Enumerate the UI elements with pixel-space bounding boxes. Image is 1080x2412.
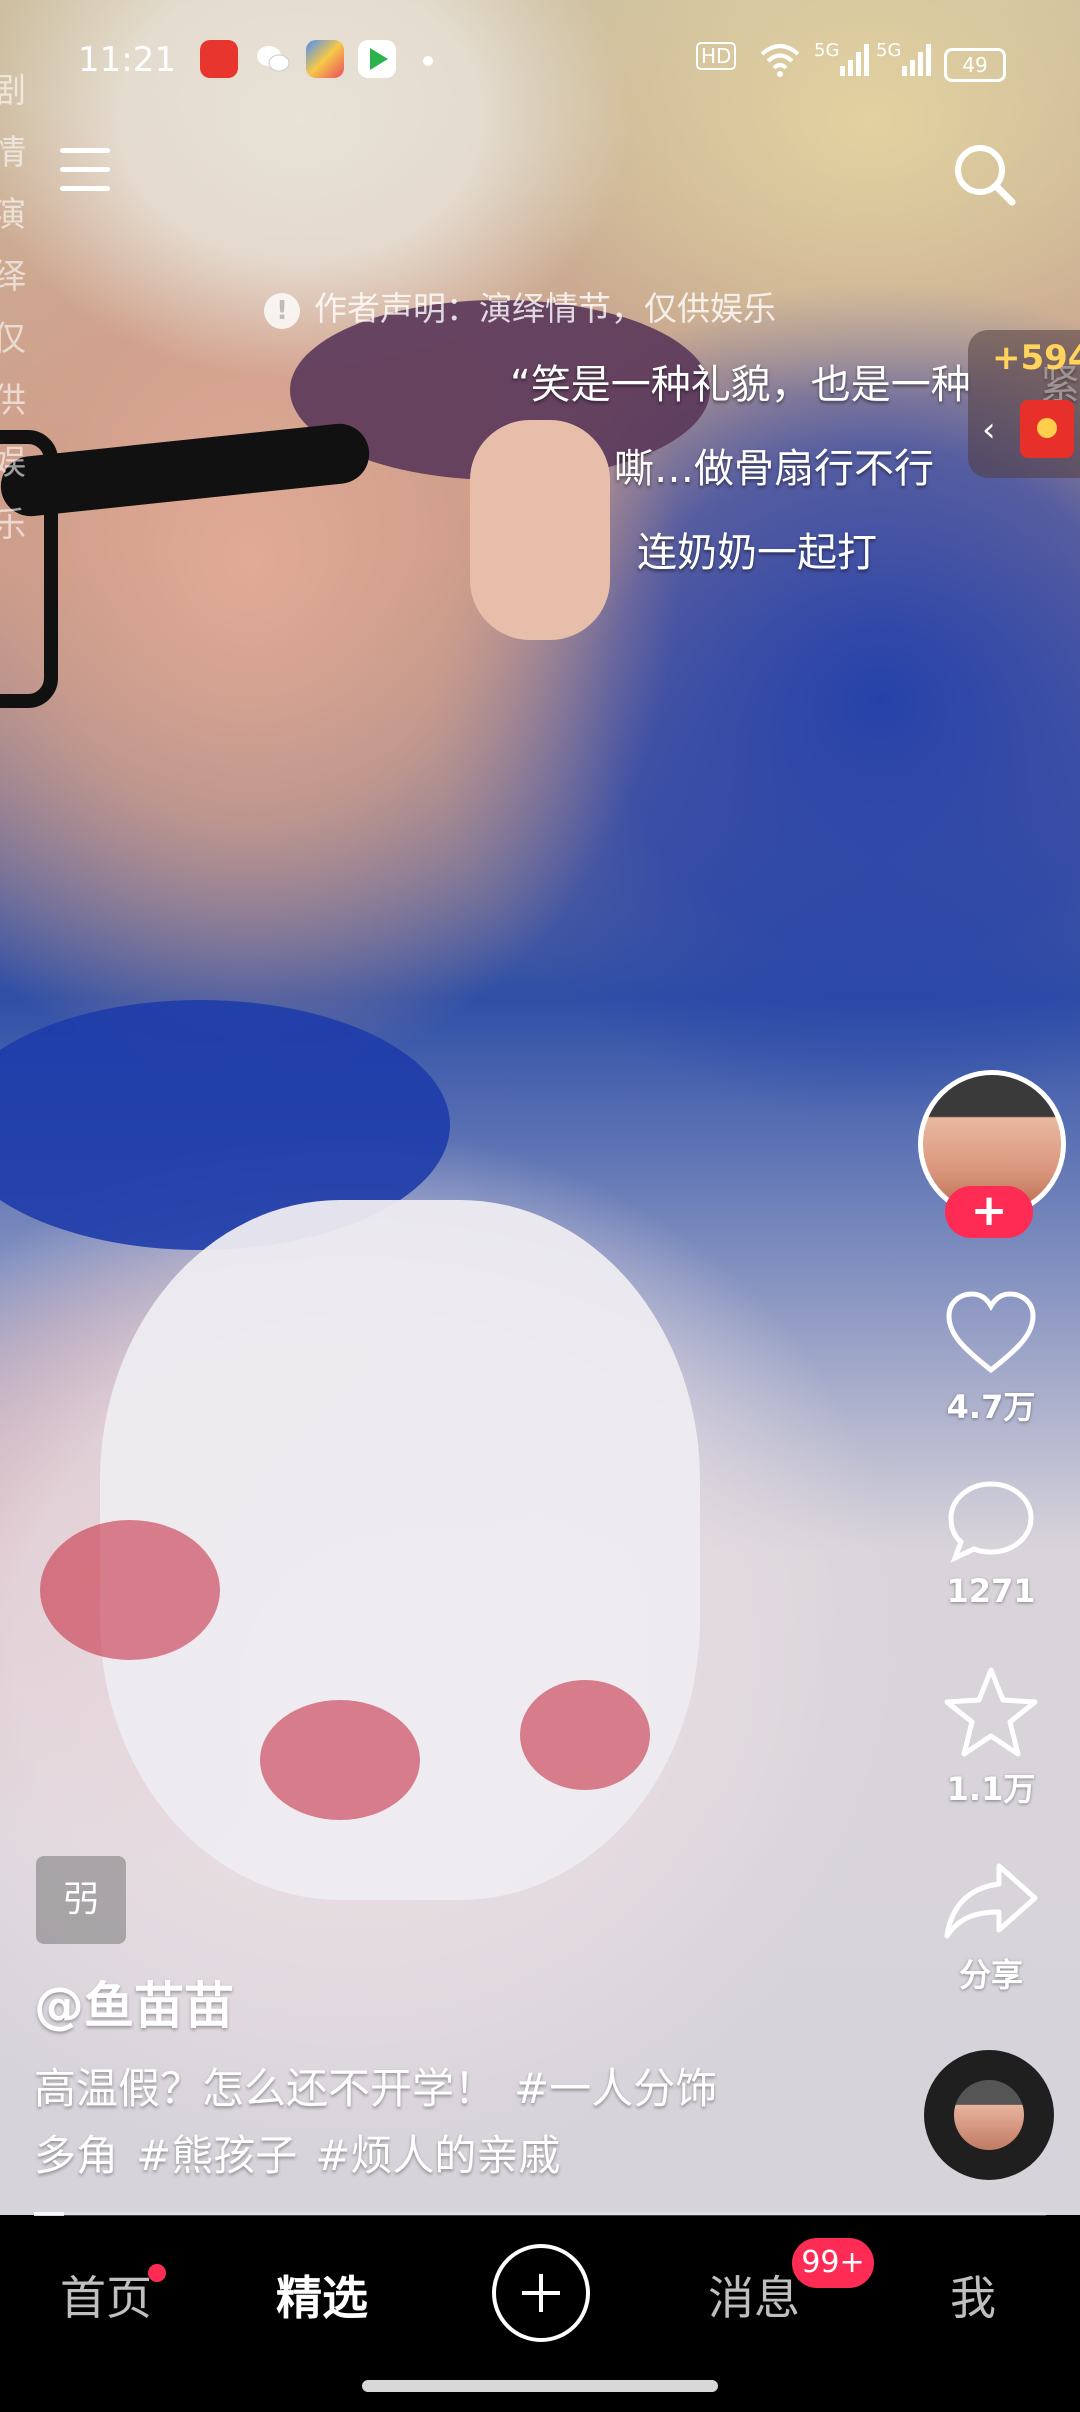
like-count: 4.7万 <box>946 1388 1036 1426</box>
network-5g-label-2: 5G <box>876 40 902 61</box>
video-content-stain <box>40 1520 220 1660</box>
wechat-icon <box>254 40 292 78</box>
signal-icon-1 <box>838 42 872 84</box>
caption-line-1: “笑是一种礼貌，也是一种 <box>510 362 971 408</box>
heart-icon <box>946 1291 1036 1374</box>
signal-icon-2 <box>900 42 934 84</box>
video-description: 高温假？怎么还不开学！ #一人分饰 多角 #熊孩子 #烦人的亲戚 <box>34 2055 794 2189</box>
comment-count: 1271 <box>946 1572 1036 1610</box>
caption-line-3: 连奶奶一起打 <box>637 530 877 576</box>
gesture-home-indicator[interactable] <box>362 2380 718 2392</box>
info-icon: ! <box>264 292 300 329</box>
creator-username[interactable]: @鱼苗苗 <box>34 1966 234 2038</box>
favorite-count: 1.1万 <box>946 1770 1036 1808</box>
create-post-button[interactable] <box>492 2244 590 2342</box>
status-bar: 11:21 HD 5G 5G 49 <box>0 0 1080 120</box>
wifi-icon <box>758 42 802 84</box>
battery-indicator: 49 <box>944 48 1006 82</box>
chevron-left-icon: ‹ <box>982 410 996 450</box>
hd-indicator: HD <box>696 42 737 70</box>
app-notification-icon <box>200 40 238 78</box>
share-button[interactable]: 分享 <box>912 1856 1070 1996</box>
caption-line-2: 嘶…做骨扇行不行 <box>614 446 934 492</box>
video-content-stain <box>260 1700 420 1820</box>
favorite-button[interactable]: 1.1万 <box>912 1664 1070 1810</box>
follow-button[interactable]: + <box>945 1186 1033 1238</box>
comment-icon <box>948 1481 1034 1563</box>
hashtag-link[interactable]: #一人分饰 <box>514 2064 717 2113</box>
red-packet-amount: +594 <box>992 338 1080 378</box>
more-notifications-dot <box>423 56 433 66</box>
vertical-side-text: 剧情演绎仅供娱乐 <box>0 71 26 545</box>
hamburger-icon-bar <box>60 186 110 191</box>
nav-tab-messages[interactable]: 消息 <box>708 2262 800 2328</box>
description-text-1: 高温假？怎么还不开学！ <box>34 2064 497 2113</box>
video-content-stain <box>520 1680 650 1790</box>
hashtag-link[interactable]: #烦人的亲戚 <box>315 2131 560 2180</box>
menu-button[interactable] <box>60 148 110 194</box>
music-disc-button[interactable] <box>924 2050 1054 2180</box>
messages-count-badge: 99+ <box>792 2238 874 2288</box>
comment-button[interactable]: 1271 <box>912 1478 1070 1610</box>
nav-tab-home[interactable]: 首页 <box>60 2262 152 2328</box>
game-app-icon <box>306 40 344 78</box>
video-content-ear <box>470 420 610 640</box>
red-envelope-icon <box>1020 400 1074 458</box>
hamburger-icon-bar <box>60 148 110 153</box>
like-button[interactable]: 4.7万 <box>912 1288 1070 1428</box>
nav-tab-me[interactable]: 我 <box>950 2262 996 2328</box>
red-packet-widget[interactable]: +594 ‹ <box>968 330 1080 478</box>
share-arrow-icon <box>944 1863 1038 1939</box>
search-icon <box>955 145 1016 206</box>
hashtag-link[interactable]: #熊孩子 <box>136 2131 297 2180</box>
hamburger-icon-bar <box>60 167 110 172</box>
sticker-badge[interactable]: 弜 <box>36 1856 126 1944</box>
disclaimer-text: 作者声明：演绎情节，仅供娱乐 <box>314 289 776 328</box>
music-cover-avatar <box>954 2080 1024 2150</box>
share-label: 分享 <box>958 1956 1023 1994</box>
network-5g-label-1: 5G <box>814 40 840 61</box>
status-time: 11:21 <box>78 40 176 80</box>
star-icon <box>944 1667 1038 1757</box>
author-disclaimer: ! 作者声明：演绎情节，仅供娱乐 <box>264 282 776 330</box>
video-app-icon <box>358 40 396 78</box>
bottom-navigation: 首页 精选 消息 99+ 我 <box>0 2216 1080 2412</box>
nav-tab-featured[interactable]: 精选 <box>276 2262 368 2328</box>
search-button[interactable] <box>950 140 1020 210</box>
description-text-2: 多角 <box>34 2131 119 2180</box>
home-notification-dot <box>148 2264 166 2282</box>
